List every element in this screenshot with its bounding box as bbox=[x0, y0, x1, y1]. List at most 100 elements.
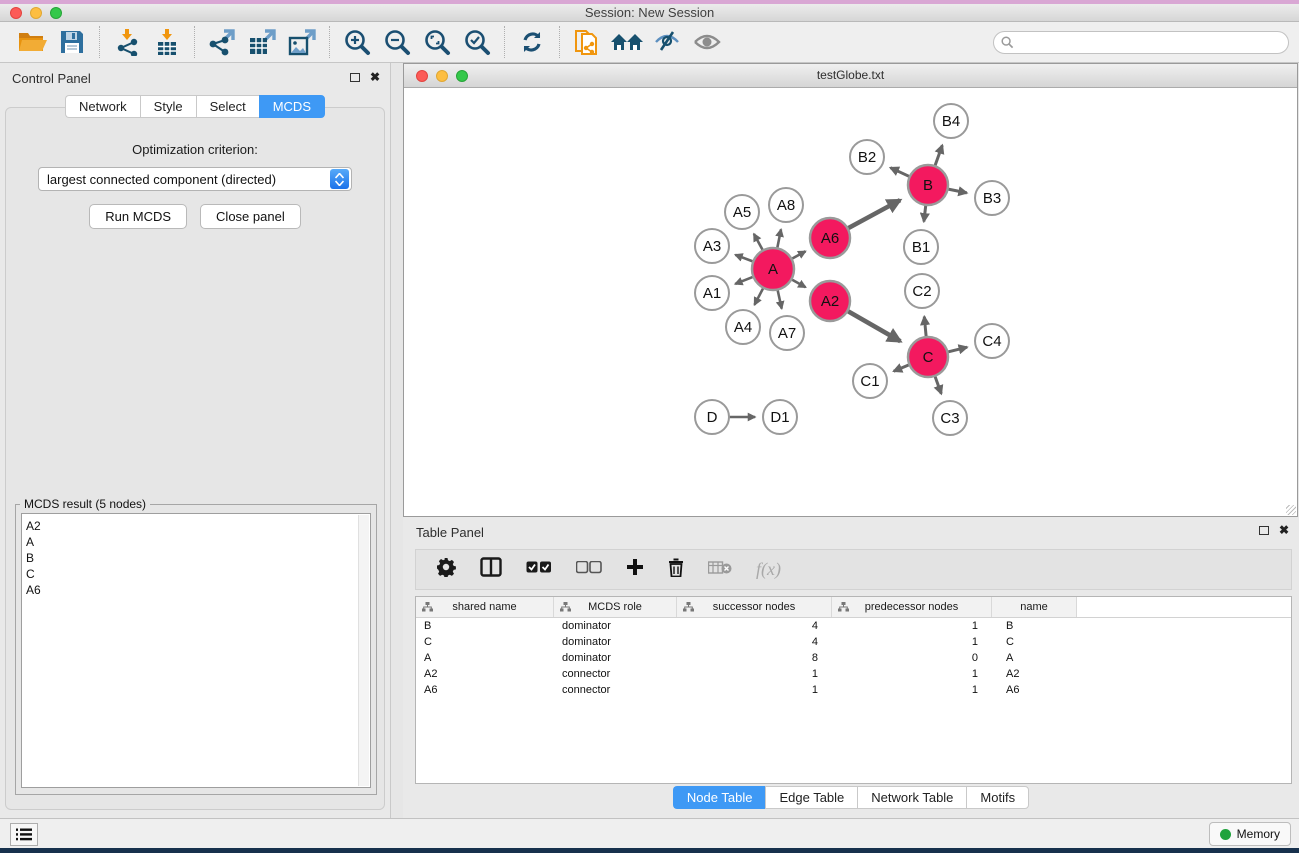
edge-B-B3[interactable] bbox=[948, 189, 967, 193]
mcds-result-item[interactable]: B bbox=[26, 550, 370, 566]
node-A4[interactable]: A4 bbox=[726, 310, 760, 344]
node-B3[interactable]: B3 bbox=[975, 181, 1009, 215]
node-A2[interactable]: A2 bbox=[810, 281, 850, 321]
node-D1[interactable]: D1 bbox=[763, 400, 797, 434]
import-network-icon[interactable] bbox=[107, 24, 147, 60]
open-file-icon[interactable] bbox=[12, 24, 52, 60]
node-A3[interactable]: A3 bbox=[695, 229, 729, 263]
edge-A-A7[interactable] bbox=[778, 290, 782, 309]
save-session-icon[interactable] bbox=[52, 24, 92, 60]
node-C1[interactable]: C1 bbox=[853, 364, 887, 398]
home-layouts-icon[interactable] bbox=[607, 24, 647, 60]
tab-select[interactable]: Select bbox=[196, 95, 259, 118]
node-A7[interactable]: A7 bbox=[770, 316, 804, 350]
edge-C-C1[interactable] bbox=[894, 365, 910, 372]
table-row[interactable]: Bdominator41B bbox=[416, 618, 1291, 634]
node-A[interactable]: A bbox=[752, 248, 794, 290]
edge-A-A3[interactable] bbox=[735, 255, 753, 262]
edge-B-B2[interactable] bbox=[890, 168, 909, 177]
network-canvas[interactable]: B4 B2 B B3 A8 A5 A6 A3 B1 A A1 C2 A2 A4 A7 C4 C C1 C3 D D1 bbox=[404, 88, 1297, 516]
edge-C-C3[interactable] bbox=[935, 376, 942, 394]
resize-grip[interactable] bbox=[1286, 505, 1296, 515]
zoom-out-icon[interactable] bbox=[377, 24, 417, 60]
tab-network-table[interactable]: Network Table bbox=[857, 786, 966, 809]
float-panel-icon[interactable] bbox=[350, 73, 360, 82]
mcds-result-item[interactable]: A6 bbox=[26, 582, 370, 598]
tab-node-table[interactable]: Node Table bbox=[673, 786, 766, 809]
zoom-fit-icon[interactable] bbox=[417, 24, 457, 60]
node-A6[interactable]: A6 bbox=[810, 218, 850, 258]
deselect-all-columns-icon[interactable] bbox=[576, 561, 602, 579]
edge-C-C4[interactable] bbox=[947, 347, 967, 352]
tab-mcds[interactable]: MCDS bbox=[259, 95, 325, 118]
node-B2[interactable]: B2 bbox=[850, 140, 884, 174]
float-table-panel-icon[interactable] bbox=[1259, 526, 1269, 535]
refresh-icon[interactable] bbox=[512, 24, 552, 60]
tab-style[interactable]: Style bbox=[140, 95, 196, 118]
export-image-icon[interactable] bbox=[282, 24, 322, 60]
edge-A-A4[interactable] bbox=[755, 288, 764, 305]
select-all-columns-icon[interactable] bbox=[526, 561, 552, 579]
edge-A-A6[interactable] bbox=[791, 251, 805, 259]
column-header-shared-name[interactable]: shared name bbox=[416, 597, 554, 617]
edge-A-A8[interactable] bbox=[777, 229, 781, 248]
column-header-predecessor-nodes[interactable]: predecessor nodes bbox=[832, 597, 992, 617]
node-C2[interactable]: C2 bbox=[905, 274, 939, 308]
search-field[interactable] bbox=[993, 31, 1289, 54]
column-header-MCDS-role[interactable]: MCDS role bbox=[554, 597, 677, 617]
edge-A-A5[interactable] bbox=[754, 234, 763, 251]
table-row[interactable]: A2connector11A2 bbox=[416, 666, 1291, 682]
close-table-panel-icon[interactable]: ✖ bbox=[1279, 525, 1289, 535]
mcds-result-item[interactable]: A bbox=[26, 534, 370, 550]
add-column-icon[interactable] bbox=[626, 558, 644, 581]
edge-C-C2[interactable] bbox=[924, 317, 926, 338]
export-network-icon[interactable] bbox=[202, 24, 242, 60]
memory-button[interactable]: Memory bbox=[1209, 822, 1291, 846]
edge-B-B1[interactable] bbox=[924, 205, 926, 222]
run-mcds-button[interactable]: Run MCDS bbox=[89, 204, 187, 229]
close-panel-button[interactable]: Close panel bbox=[200, 204, 301, 229]
close-panel-icon[interactable]: ✖ bbox=[370, 72, 380, 82]
new-network-file-icon[interactable] bbox=[567, 24, 607, 60]
search-input[interactable] bbox=[1018, 34, 1288, 52]
node-A8[interactable]: A8 bbox=[769, 188, 803, 222]
node-D[interactable]: D bbox=[695, 400, 729, 434]
task-history-button[interactable] bbox=[10, 823, 38, 846]
zoom-selected-icon[interactable] bbox=[457, 24, 497, 60]
optimization-criterion-select[interactable]: largest connected component (directed) bbox=[38, 167, 352, 191]
tab-motifs[interactable]: Motifs bbox=[966, 786, 1029, 809]
show-details-eye-icon[interactable] bbox=[687, 24, 727, 60]
node-B[interactable]: B bbox=[908, 165, 948, 205]
table-row[interactable]: Cdominator41C bbox=[416, 634, 1291, 650]
node-C3[interactable]: C3 bbox=[933, 401, 967, 435]
tab-edge-table[interactable]: Edge Table bbox=[765, 786, 857, 809]
edge-A6-B[interactable] bbox=[848, 200, 901, 228]
node-A1[interactable]: A1 bbox=[695, 276, 729, 310]
delete-column-icon[interactable] bbox=[668, 558, 684, 582]
edge-A-A1[interactable] bbox=[735, 277, 753, 284]
import-table-icon[interactable] bbox=[147, 24, 187, 60]
edge-B-B4[interactable] bbox=[935, 145, 943, 166]
node-C[interactable]: C bbox=[908, 337, 948, 377]
cell: connector bbox=[554, 666, 677, 682]
node-C4[interactable]: C4 bbox=[975, 324, 1009, 358]
node-A5[interactable]: A5 bbox=[725, 195, 759, 229]
node-B1[interactable]: B1 bbox=[904, 230, 938, 264]
column-layout-icon[interactable] bbox=[480, 557, 502, 582]
edge-A2-C[interactable] bbox=[847, 311, 900, 341]
mcds-result-item[interactable]: A2 bbox=[26, 518, 370, 534]
edge-A-A2[interactable] bbox=[791, 279, 805, 287]
export-table-icon[interactable] bbox=[242, 24, 282, 60]
node-B4[interactable]: B4 bbox=[934, 104, 968, 138]
table-row[interactable]: A6connector11A6 bbox=[416, 682, 1291, 698]
cell: A bbox=[416, 650, 554, 666]
tab-network[interactable]: Network bbox=[65, 95, 140, 118]
table-row[interactable]: Adominator80A bbox=[416, 650, 1291, 666]
column-header-successor-nodes[interactable]: successor nodes bbox=[677, 597, 832, 617]
table-settings-gear-icon[interactable] bbox=[436, 557, 456, 582]
mcds-result-item[interactable]: C bbox=[26, 566, 370, 582]
column-header-name[interactable]: name bbox=[992, 597, 1077, 617]
hide-details-eye-icon[interactable] bbox=[647, 24, 687, 60]
result-scrollbar[interactable] bbox=[358, 515, 369, 786]
zoom-in-icon[interactable] bbox=[337, 24, 377, 60]
